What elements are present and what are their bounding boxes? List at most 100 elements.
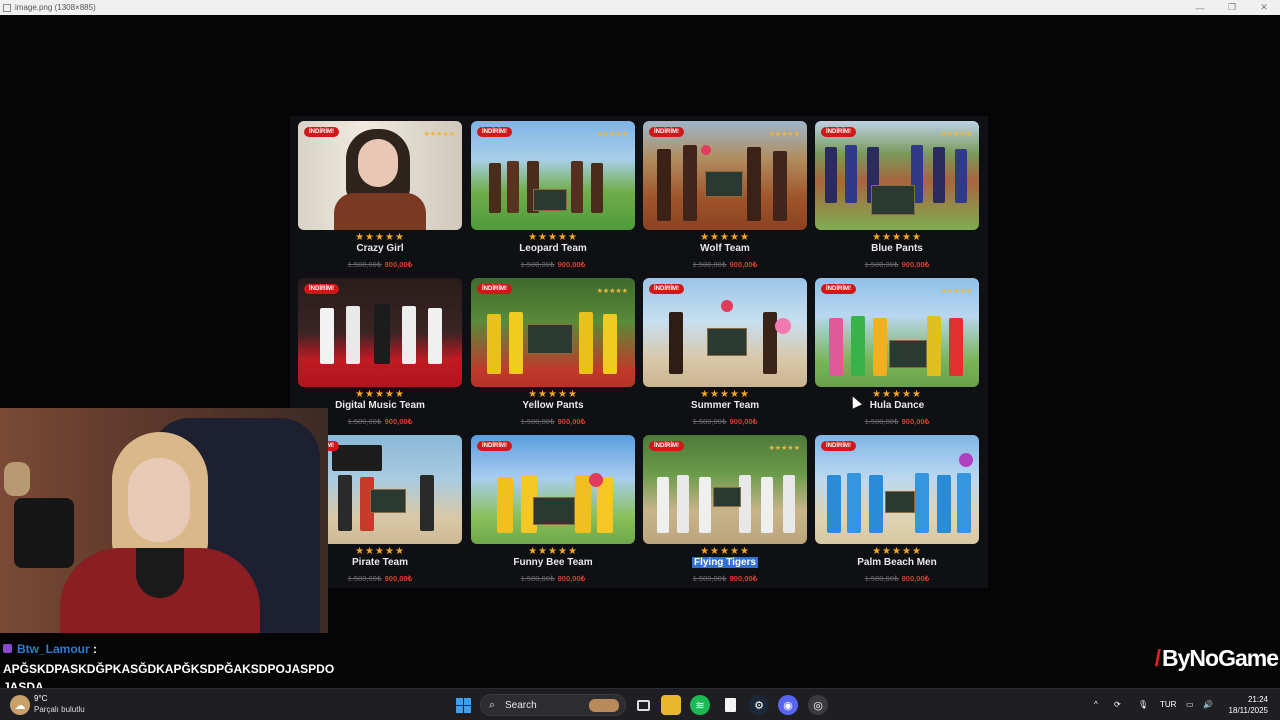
product-card[interactable]: İNDİRİM! ★★★★★ ★★★★★ Crazy Girl 1.500,00…	[298, 121, 462, 271]
thumb-rating-stars: ★★★★★	[768, 445, 800, 452]
tray-overflow-chevron-icon[interactable]: ^	[1094, 700, 1098, 709]
weather-temperature[interactable]: 9°C	[34, 694, 47, 703]
product-thumbnail[interactable]: İNDİRİM! ★★★★★	[471, 121, 635, 230]
price-row: 1.500,00₺ 900,00₺	[471, 260, 635, 269]
discount-badge: İNDİRİM!	[649, 441, 684, 451]
product-card[interactable]: İNDİRİM! ★★★★★ Funny Bee Team 1.500,00₺ 9…	[471, 435, 635, 585]
product-thumbnail[interactable]: İNDİRİM!	[815, 435, 979, 544]
old-price: 1.500,00₺	[864, 417, 899, 426]
thumb-rating-stars: ★★★★★	[596, 131, 628, 138]
product-thumbnail[interactable]: İNDİRİM! ★★★★★	[298, 121, 462, 230]
product-title[interactable]: Crazy Girl	[298, 243, 462, 254]
product-title[interactable]: Hula Dance	[815, 400, 979, 411]
product-thumbnail[interactable]: İNDİRİM! ★★★★★	[471, 278, 635, 387]
product-thumbnail[interactable]: İNDİRİM! ★★★★★	[643, 121, 807, 230]
sale-price: 900,00₺	[384, 574, 413, 583]
old-price: 1.500,00₺	[692, 574, 727, 583]
product-title[interactable]: Leopard Team	[471, 243, 635, 254]
rating-stars: ★★★★★	[872, 232, 922, 243]
volume-icon[interactable]: 🔊	[1203, 700, 1213, 709]
rating-stars: ★★★★★	[355, 232, 405, 243]
search-placeholder: Search	[505, 700, 537, 711]
price-row: 1.500,00₺ 900,00₺	[815, 417, 979, 426]
product-card[interactable]: İNDİRİM! ★★★★★ ★★★★★ Flying Tigers 1.500…	[643, 435, 807, 585]
product-card[interactable]: İNDİRİM! ★★★★★ ★★★★★ Blue Pants 1.500,00…	[815, 121, 979, 271]
product-title[interactable]: Yellow Pants	[471, 400, 635, 411]
product-thumbnail[interactable]: İNDİRİM! ★★★★★	[815, 278, 979, 387]
sale-price: 900,00₺	[557, 417, 586, 426]
obs-icon[interactable]: ◎	[808, 695, 828, 715]
rating-stars: ★★★★★	[700, 232, 750, 243]
minimize-icon[interactable]: —	[1184, 0, 1216, 15]
product-grid: İNDİRİM! ★★★★★ ★★★★★ Crazy Girl 1.500,00…	[290, 116, 988, 588]
discount-badge: İNDİRİM!	[649, 127, 684, 137]
sale-price: 900,00₺	[384, 417, 413, 426]
product-thumbnail[interactable]: İNDİRİM! ★★★★★	[815, 121, 979, 230]
system-clock[interactable]: 21:24 18/11/2025	[1229, 694, 1268, 716]
brand-watermark: /ByNoGame	[1154, 645, 1279, 671]
file-explorer-icon[interactable]	[661, 695, 681, 715]
search-highlight-icon	[589, 699, 619, 712]
product-card[interactable]: İNDİRİM! ★★★★★ ★★★★★ Wolf Team 1.500,00₺…	[643, 121, 807, 271]
product-title[interactable]: Wolf Team	[643, 243, 807, 254]
discount-badge: İNDİRİM!	[821, 284, 856, 294]
input-language[interactable]: TUR	[1160, 700, 1176, 709]
rating-stars: ★★★★★	[700, 546, 750, 557]
image-viewer-titlebar: image.png (1308×885) — ❐ ✕	[0, 0, 1280, 15]
product-title-selected[interactable]: Flying Tigers	[643, 557, 807, 568]
start-button[interactable]	[453, 695, 473, 715]
product-card[interactable]: İNDİRİM! ★★★★★ Palm Beach Men 1.500,00₺ 9…	[815, 435, 979, 585]
old-price: 1.500,00₺	[520, 417, 555, 426]
close-icon[interactable]: ✕	[1248, 0, 1280, 15]
maximize-icon[interactable]: ❐	[1216, 0, 1248, 15]
price-row: 1.500,00₺ 900,00₺	[815, 574, 979, 583]
sale-price: 800,00₺	[384, 260, 413, 269]
old-price: 1.500,00₺	[692, 417, 727, 426]
product-title[interactable]: Blue Pants	[815, 243, 979, 254]
rating-stars: ★★★★★	[700, 389, 750, 400]
task-view-icon[interactable]	[633, 695, 653, 715]
thumb-rating-stars: ★★★★★	[423, 131, 455, 138]
sale-price: 900,00₺	[901, 574, 930, 583]
network-icon[interactable]: ▭	[1186, 700, 1194, 709]
discount-badge: İNDİRİM!	[304, 284, 339, 294]
sale-price: 900,00₺	[901, 260, 930, 269]
product-thumbnail[interactable]: İNDİRİM! ★★★★★	[643, 435, 807, 544]
product-title[interactable]: Funny Bee Team	[471, 557, 635, 568]
price-row: 1.500,00₺ 900,00₺	[643, 417, 807, 426]
old-price: 1.500,00₺	[864, 260, 899, 269]
product-card[interactable]: İNDİRİM! ★★★★★ ★★★★★ Yellow Pants 1.500,…	[471, 278, 635, 428]
product-thumbnail[interactable]: İNDİRİM!	[643, 278, 807, 387]
weather-description[interactable]: Parçalı bulutlu	[34, 705, 85, 714]
brand-logo-icon: /	[1154, 645, 1161, 671]
thumb-rating-stars: ★★★★★	[596, 288, 628, 295]
product-card[interactable]: İNDİRİM! ★★★★★ Digital Music Team 1.500,…	[298, 278, 462, 428]
price-row: 1.500,00₺ 900,00₺	[471, 417, 635, 426]
price-row: 1.500,00₺ 800,00₺	[298, 260, 462, 269]
rating-stars: ★★★★★	[355, 389, 405, 400]
image-file-icon	[3, 3, 11, 12]
product-thumbnail[interactable]: İNDİRİM!	[471, 435, 635, 544]
old-price: 1.500,00₺	[520, 574, 555, 583]
sale-price: 900,00₺	[729, 417, 758, 426]
old-price: 1.500,00₺	[347, 574, 382, 583]
product-title[interactable]: Palm Beach Men	[815, 557, 979, 568]
product-thumbnail[interactable]: İNDİRİM!	[298, 278, 462, 387]
weather-icon[interactable]: ☁	[10, 695, 30, 715]
product-card[interactable]: İNDİRİM! ★★★★★ ★★★★★ Hula Dance 1.500,00…	[815, 278, 979, 428]
taskbar: ☁ 9°C Parçalı bulutlu ⌕ Search ≋ ⚙ ◉ ◎ ^…	[0, 688, 1280, 720]
discord-icon[interactable]: ◉	[778, 695, 798, 715]
price-row: 1.500,00₺ 900,00₺	[471, 574, 635, 583]
document-icon[interactable]	[720, 695, 740, 715]
sale-price: 900,00₺	[729, 574, 758, 583]
rating-stars: ★★★★★	[528, 389, 578, 400]
spotify-icon[interactable]: ≋	[690, 695, 710, 715]
sync-icon[interactable]: ⟳	[1114, 700, 1121, 709]
taskbar-search[interactable]: ⌕ Search	[480, 694, 626, 716]
product-card[interactable]: İNDİRİM! ★★★★★ ★★★★★ Leopard Team 1.500,…	[471, 121, 635, 271]
microphone-icon[interactable]: 🎙	[1138, 700, 1148, 709]
product-card[interactable]: İNDİRİM! ★★★★★ Summer Team 1.500,00₺ 900,…	[643, 278, 807, 428]
search-icon: ⌕	[489, 699, 496, 711]
product-title[interactable]: Summer Team	[643, 400, 807, 411]
steam-icon[interactable]: ⚙	[749, 695, 769, 715]
